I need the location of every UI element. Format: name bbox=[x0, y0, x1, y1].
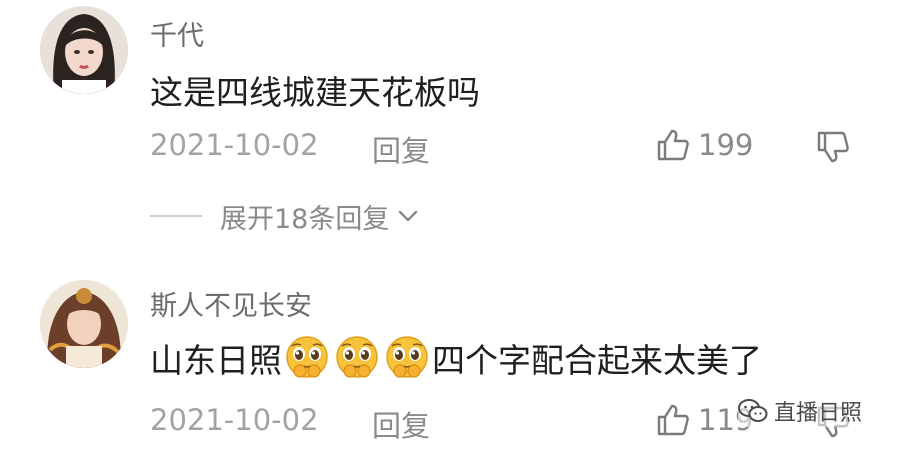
comment-text-after: 四个字配合起来太美了 bbox=[432, 341, 762, 380]
username[interactable]: 斯人不见长安 bbox=[150, 284, 312, 323]
pleading-face-emoji-icon bbox=[386, 336, 428, 378]
watermark-label: 直播日照 bbox=[774, 401, 863, 426]
expand-replies-label: 展开18条回复 bbox=[220, 203, 390, 235]
thumb-up-icon[interactable] bbox=[656, 128, 690, 162]
avatar[interactable] bbox=[40, 6, 128, 94]
watermark: 直播日照 bbox=[738, 395, 863, 427]
reply-button[interactable]: 回复 bbox=[372, 128, 430, 170]
comment-text-before: 山东日照 bbox=[150, 341, 282, 380]
expand-divider bbox=[150, 215, 202, 217]
pleading-face-emoji-icon bbox=[286, 336, 328, 378]
username[interactable]: 千代 bbox=[150, 14, 204, 53]
comment-text: 这是四线城建天花板吗 bbox=[150, 66, 480, 114]
like-count: 199 bbox=[698, 128, 754, 162]
comment-meta: 2021-10-02 回复 199 bbox=[150, 128, 870, 168]
emoji-group bbox=[282, 335, 432, 381]
comment-date: 2021-10-02 bbox=[150, 403, 319, 437]
expand-replies-button[interactable]: 展开18条回复 bbox=[150, 196, 550, 236]
reply-button[interactable]: 回复 bbox=[372, 403, 430, 445]
thumb-down-icon[interactable] bbox=[816, 130, 850, 164]
comment-text-content: 这是四线城建天花板吗 bbox=[150, 73, 480, 112]
pleading-face-emoji-icon bbox=[336, 336, 378, 378]
comment-item: 千代 这是四线城建天花板吗 2021-10-02 回复 199 bbox=[0, 0, 900, 180]
chevron-down-icon bbox=[399, 210, 418, 222]
avatar[interactable] bbox=[40, 280, 128, 368]
thumb-up-icon[interactable] bbox=[656, 403, 690, 437]
comment-date: 2021-10-02 bbox=[150, 128, 319, 162]
wechat-icon bbox=[738, 399, 768, 422]
comment-text: 山东日照 四个字配合起来太美了 bbox=[150, 334, 762, 382]
